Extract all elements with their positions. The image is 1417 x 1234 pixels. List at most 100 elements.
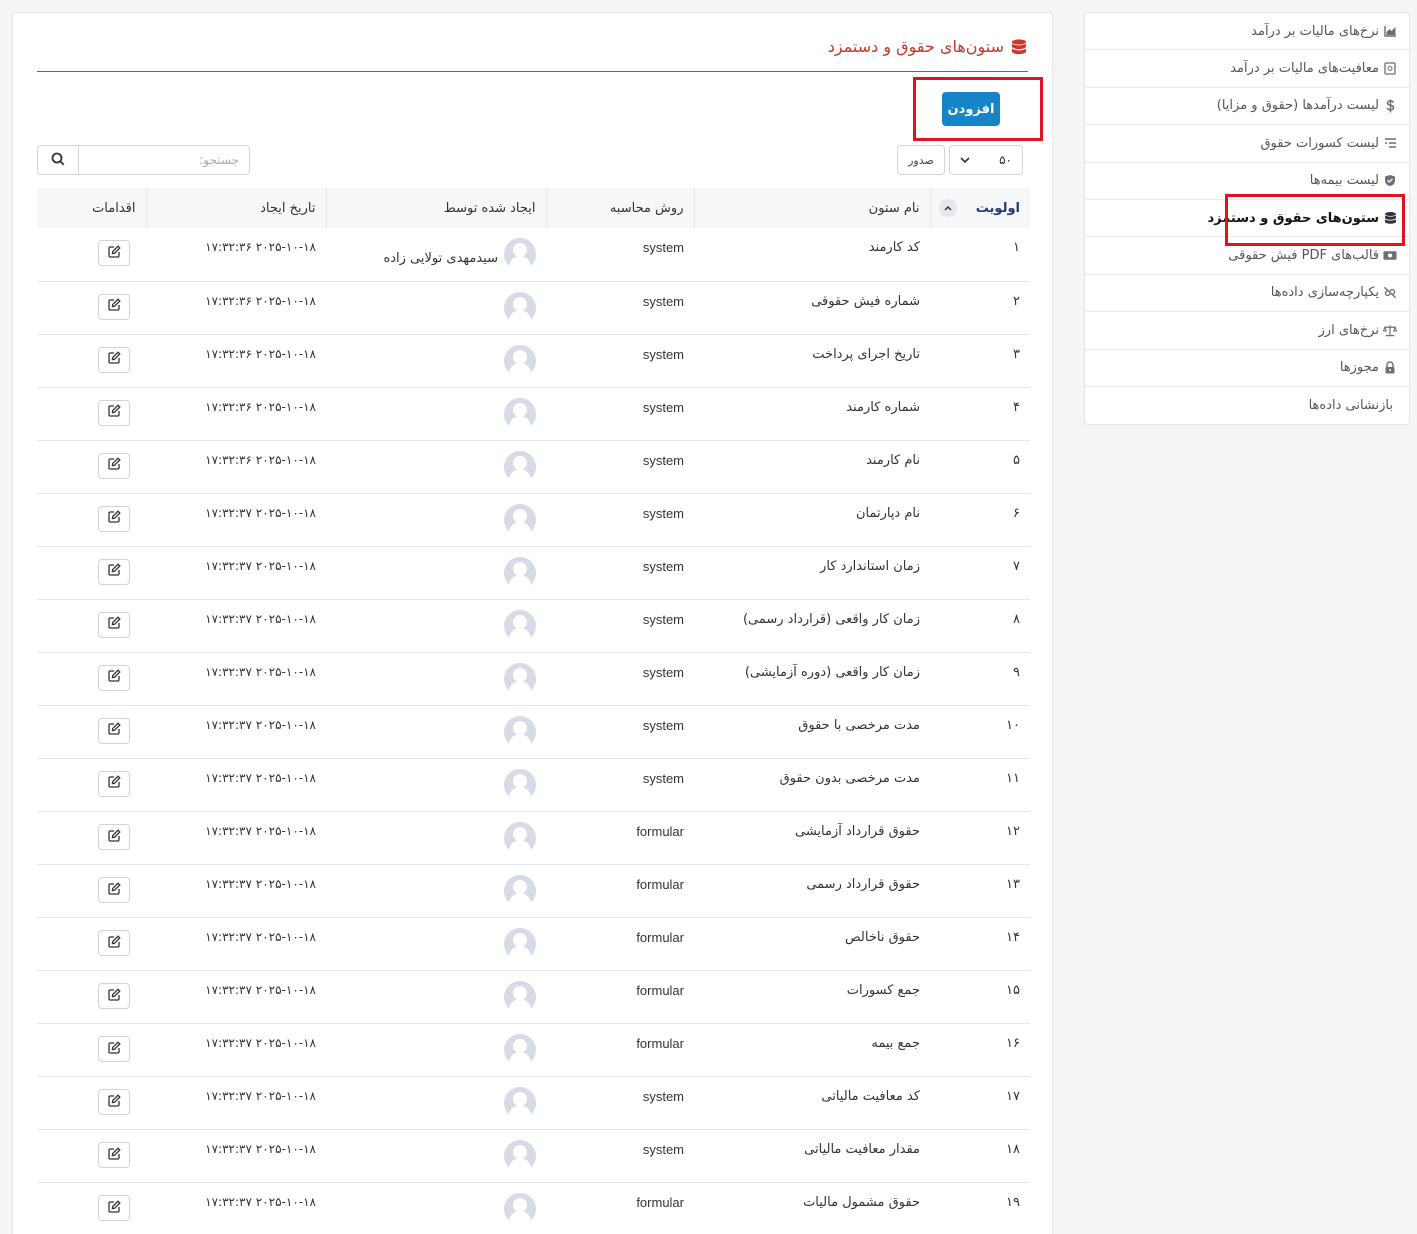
search-input[interactable] [79,145,250,175]
edit-button[interactable] [98,1142,130,1169]
header-name[interactable]: نام ستون [694,188,931,228]
sidebar-item-5[interactable]: ستون‌های حقوق و دستمزد [1085,200,1409,238]
edit-icon [107,351,121,368]
cell-created: ۲۰۲۵-۱۰-۱۸ ۱۷:۳۲:۳۶ [205,452,316,467]
edit-button[interactable] [98,505,130,532]
avatar [504,981,536,1014]
sidebar-item-9[interactable]: مجوزها [1085,350,1409,387]
money-bill-icon [1383,249,1397,263]
cell-creator [326,812,546,865]
cell-created: ۲۰۲۵-۱۰-۱۸ ۱۷:۳۲:۳۷ [205,1036,316,1051]
title-divider [37,71,1028,72]
cell-name: مدت مرخصی بدون حقوق [779,770,920,786]
cell-name: حقوق قرارداد آزمایشی [794,824,920,840]
edit-button[interactable] [98,824,130,851]
sidebar-item-7[interactable]: یکپارچه‌سازی داده‌ها [1085,275,1409,313]
avatar [504,450,536,483]
sidebar-item-2[interactable]: لیست درآمدها (حقوق و مزایا) [1085,88,1409,126]
sidebar-item-10[interactable]: بازنشانی داده‌ها [1085,387,1409,424]
scale-icon [1383,323,1397,337]
cell-creator [326,652,546,705]
edit-button[interactable] [98,399,130,426]
cell-creator [326,971,546,1024]
header-created[interactable]: تاریخ ایجاد [146,188,327,228]
edit-button[interactable] [98,1089,130,1116]
edit-button[interactable] [98,558,130,585]
edit-icon [107,1200,121,1217]
sidebar-item-6[interactable]: قالب‌های PDF فیش حقوقی [1085,237,1409,275]
header-priority[interactable]: اولویت [930,188,1030,228]
edit-button[interactable] [98,611,130,638]
sidebar-item-label: لیست درآمدها (حقوق و مزایا) [1216,98,1379,114]
cell-method: formular [636,824,684,840]
creator [336,715,536,748]
cell-priority: ۱۷ [1006,1089,1020,1105]
sidebar-item-0[interactable]: نرخ‌های مالیات بر درآمد [1085,13,1409,51]
table-row: ۴ شماره کارمند system ۲۰۲۵-۱۰-۱۸ ۱۷:۳۲:۳۶ [37,387,1030,441]
edit-button[interactable] [98,877,130,904]
database-icon [1010,38,1028,56]
edit-button[interactable] [98,1036,130,1063]
cell-actions [37,1024,146,1077]
sidebar-item-label: معافیت‌های مالیات بر درآمد [1230,61,1379,77]
edit-button[interactable] [98,717,130,744]
cell-priority: ۱۱ [1006,770,1020,786]
avatar [504,928,536,961]
cell-creator [326,758,546,811]
search-button[interactable] [37,145,79,175]
edit-button[interactable] [98,983,130,1010]
header-priority-label: اولویت [975,200,1020,216]
page-size-select[interactable]: ۵۰ [949,145,1023,175]
creator [336,397,536,430]
creator [336,1087,536,1120]
cell-actions [37,758,146,811]
chart-area-icon [1383,24,1397,38]
table-row: ۶ نام دپارتمان system ۲۰۲۵-۱۰-۱۸ ۱۷:۳۲:۳۷ [37,493,1030,547]
avatar [504,503,536,536]
cell-priority: ۱۴ [1006,930,1020,946]
payroll-columns-table: اولویت نام ستون روش محاسبه ایجاد شده توس… [37,188,1030,1234]
cell-method: formular [636,877,684,893]
edit-button[interactable] [98,770,130,797]
cell-name: نام دپارتمان [855,505,920,521]
sidebar-item-1[interactable]: معافیت‌های مالیات بر درآمد [1085,50,1409,88]
edit-button[interactable] [98,293,130,320]
sidebar-item-label: ستون‌های حقوق و دستمزد [1207,210,1379,226]
edit-button[interactable] [98,452,130,479]
edit-button[interactable] [98,1195,130,1222]
avatar [504,1193,536,1226]
sidebar-item-label: نرخ‌های ارز [1318,322,1379,338]
header-creator[interactable]: ایجاد شده توسط [326,188,547,228]
export-button[interactable]: صدور [897,145,945,175]
avatar [504,875,536,908]
sidebar-item-3[interactable]: لیست کسورات حقوق [1085,125,1409,163]
cell-actions [37,281,146,334]
add-column-button[interactable]: افزودن [942,92,1000,126]
cell-method: system [642,293,684,309]
edit-button[interactable] [98,930,130,957]
table-row: ۱۷ کد معافیت مالیاتی system ۲۰۲۵-۱۰-۱۸ ۱۷:۳… [37,1077,1030,1130]
cell-method: system [642,1142,684,1158]
creator [336,981,536,1014]
cell-creator [326,705,546,758]
cell-priority: ۱۰ [1006,717,1020,733]
edit-button[interactable] [98,346,130,373]
edit-icon [107,934,121,952]
cell-actions [37,1183,146,1234]
sidebar-item-4[interactable]: لیست بیمه‌ها [1085,163,1409,200]
header-method[interactable]: روش محاسبه [546,188,695,228]
cell-creator [326,1024,546,1077]
cell-created: ۲۰۲۵-۱۰-۱۸ ۱۷:۳۲:۳۷ [205,824,316,839]
cell-actions [37,1130,146,1183]
edit-button[interactable] [98,240,130,266]
sidebar-item-label: بازنشانی داده‌ها [1308,398,1393,414]
sidebar-item-8[interactable]: نرخ‌های ارز [1085,312,1409,350]
cell-actions [37,812,146,865]
edit-button[interactable] [98,664,130,691]
sort-up-icon[interactable] [938,199,957,217]
creator [336,1140,536,1173]
creator [336,609,536,642]
cell-creator [326,1130,546,1183]
table-row: ۷ زمان استاندارد کار system ۲۰۲۵-۱۰-۱۸ ۱۷:۳… [37,546,1030,600]
sidebar-item-label: قالب‌های PDF فیش حقوقی [1228,248,1379,264]
